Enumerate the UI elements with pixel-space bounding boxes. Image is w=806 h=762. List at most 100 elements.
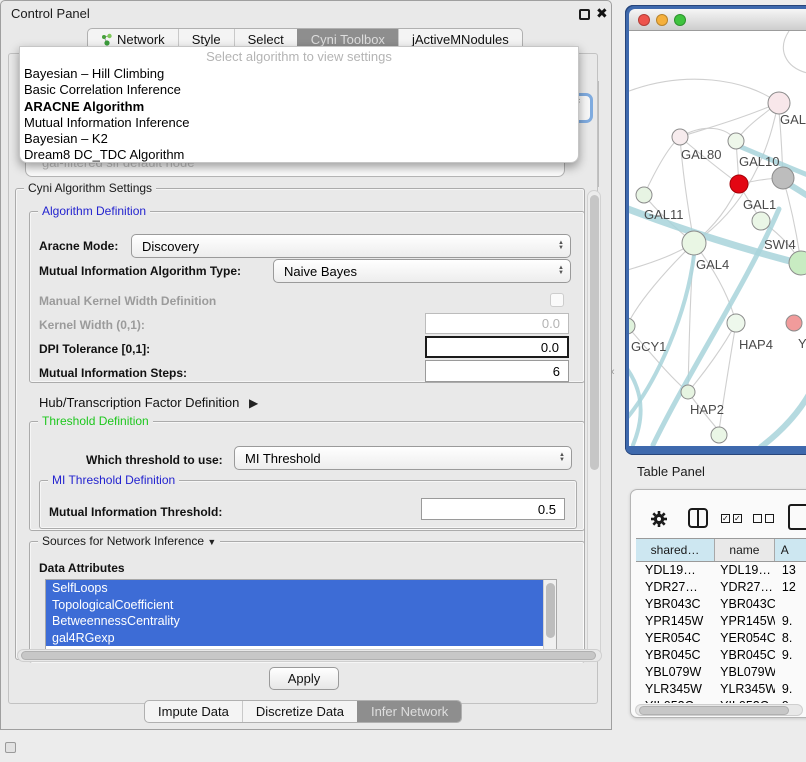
dropdown-item-dream8-dc-tdc-algorithm[interactable]: Dream8 DC_TDC Algorithm	[20, 147, 578, 163]
network-canvas[interactable]: GALGAL80GAL10GAL1GAL11SWI4GAL4GCY1HAP4YH…	[629, 31, 806, 446]
dropdown-item-mutual-information-inference[interactable]: Mutual Information Inference	[20, 115, 578, 131]
table-panel-title: Table Panel	[637, 464, 705, 479]
network-node-gal1[interactable]	[752, 212, 770, 230]
table-row[interactable]: YLR345WYLR345W9.	[636, 681, 806, 698]
network-edge-thick[interactable]	[761, 387, 806, 446]
network-node-gal10[interactable]	[728, 133, 744, 149]
attribute-item-selfloops[interactable]: SelfLoops	[46, 580, 545, 597]
table-horizontal-scrollbar[interactable]	[635, 704, 803, 716]
attribute-item-topologicalcoefficient[interactable]: TopologicalCoefficient	[46, 597, 545, 614]
zoom-traffic-light[interactable]	[674, 14, 686, 26]
sources-group-title: Sources for Network Inference ▼	[38, 534, 220, 548]
settings-horizontal-scrollbar[interactable]	[17, 649, 602, 662]
columns-icon[interactable]	[688, 508, 708, 528]
aracne-mode-select[interactable]: Discovery ▲▼	[131, 234, 571, 258]
manual-kernel-width-checkbox[interactable]	[550, 293, 564, 307]
hub-definition-expander[interactable]: Hub/Transcription Factor Definition ▶	[39, 395, 258, 410]
network-graph[interactable]: GALGAL80GAL10GAL1GAL11SWI4GAL4GCY1HAP4YH…	[629, 31, 806, 446]
network-node-y[interactable]	[786, 315, 802, 331]
dropdown-item-bayesian-hill-climbing[interactable]: Bayesian – Hill Climbing	[20, 66, 578, 82]
network-window-titlebar[interactable]	[629, 9, 806, 31]
network-edge[interactable]	[644, 137, 680, 195]
float-window-icon[interactable]	[579, 9, 590, 20]
mi-threshold-definition-title: MI Threshold Definition	[48, 473, 179, 487]
kernel-width-label: Kernel Width (0,1):	[39, 318, 145, 332]
network-node-gal80[interactable]	[672, 129, 688, 145]
attribute-item-gal4rgexp[interactable]: gal4RGexp	[46, 630, 545, 647]
node-label-gal4: GAL4	[696, 257, 729, 272]
network-node-hap2[interactable]	[681, 385, 695, 399]
algorithm-dropdown-popup: Select algorithm to view settings Bayesi…	[19, 46, 579, 163]
tab-discretize-data[interactable]: Discretize Data	[242, 701, 357, 722]
table-row[interactable]: YIL052CYIL052C9.	[636, 698, 806, 703]
table-cell: 13	[775, 562, 806, 579]
table-cell: YBL079W	[636, 664, 715, 681]
table-cell: YPR145W	[715, 613, 775, 630]
table-row[interactable]: YBR043CYBR043C	[636, 596, 806, 613]
table-row[interactable]: YBL079WYBL079W	[636, 664, 806, 681]
tab-impute-data[interactable]: Impute Data	[145, 701, 242, 722]
close-icon[interactable]: ✖	[596, 5, 608, 22]
gear-icon[interactable]	[650, 510, 668, 528]
dropdown-item-bayesian-k2[interactable]: Bayesian – K2	[20, 131, 578, 147]
settings-vertical-scrollbar[interactable]	[587, 190, 601, 660]
network-edge[interactable]	[680, 103, 778, 137]
deselect-all-checkboxes-icon[interactable]	[753, 514, 774, 523]
export-table-icon[interactable]	[788, 504, 806, 530]
network-edge[interactable]	[629, 326, 688, 392]
which-threshold-select[interactable]: MI Threshold ▲▼	[234, 446, 572, 470]
column-header-name[interactable]: name	[715, 539, 775, 561]
node-label-swi4: SWI4	[764, 237, 796, 252]
network-node-swi4[interactable]	[789, 251, 806, 275]
network-node-hap4[interactable]	[727, 314, 745, 332]
table-row[interactable]: YER054CYER054C8.	[636, 630, 806, 647]
table-row[interactable]: YDL19…YDL19…13	[636, 562, 806, 579]
dropdown-item-basic-correlation-inference[interactable]: Basic Correlation Inference	[20, 82, 578, 98]
network-node-gcy1[interactable]	[629, 318, 635, 334]
tab-label: Style	[192, 32, 221, 47]
close-traffic-light[interactable]	[638, 14, 650, 26]
network-node[interactable]	[772, 167, 794, 189]
mi-algorithm-type-select[interactable]: Naive Bayes ▲▼	[273, 259, 571, 283]
chevron-down-icon[interactable]: ▼	[207, 537, 216, 547]
dpi-tolerance-field[interactable]: 0.0	[425, 336, 569, 358]
mi-algorithm-type-label: Mutual Information Algorithm Type:	[39, 264, 241, 278]
network-edge[interactable]	[783, 31, 806, 73]
attribute-item-betweennesscentrality[interactable]: BetweennessCentrality	[46, 613, 545, 630]
kernel-width-field[interactable]: 0.0	[425, 313, 569, 334]
apply-button[interactable]: Apply	[269, 667, 339, 690]
column-header-shared-name[interactable]: shared…	[636, 539, 715, 561]
mi-steps-label: Mutual Information Steps:	[39, 366, 187, 380]
table-cell	[775, 596, 806, 613]
table-row[interactable]: YBR045CYBR045C9.	[636, 647, 806, 664]
table-cell: YER054C	[715, 630, 775, 647]
network-node[interactable]	[730, 175, 748, 193]
network-edge[interactable]	[629, 79, 778, 103]
node-label-gal10: GAL10	[739, 154, 779, 169]
mi-steps-field[interactable]: 6	[425, 360, 569, 382]
select-all-checkboxes-icon[interactable]: ✓ ✓	[721, 514, 742, 523]
mi-threshold-field[interactable]: 0.5	[421, 498, 565, 520]
attributes-scrollbar[interactable]	[543, 580, 556, 649]
network-edge[interactable]	[694, 243, 736, 323]
table-row[interactable]: YPR145WYPR145W9.	[636, 613, 806, 630]
column-header-third[interactable]: A	[775, 539, 806, 561]
settings-group-title: Cyni Algorithm Settings	[24, 181, 156, 195]
table-cell: 8.	[775, 630, 806, 647]
network-edge[interactable]	[629, 243, 694, 326]
network-node-gal4[interactable]	[682, 231, 706, 255]
table-row[interactable]: YDR27…YDR27…12	[636, 579, 806, 596]
table-cell: YBR045C	[715, 647, 775, 664]
tab-infer-network[interactable]: Infer Network	[357, 701, 461, 722]
minimize-traffic-light[interactable]	[656, 14, 668, 26]
bottom-tab-bar: Impute DataDiscretize DataInfer Network	[144, 700, 462, 723]
collapsed-panel-icon[interactable]	[5, 742, 16, 753]
node-label-gal: GAL	[780, 112, 806, 127]
dropdown-item-aracne-algorithm[interactable]: ARACNE Algorithm	[20, 99, 578, 115]
network-node[interactable]	[711, 427, 727, 443]
network-node-gal[interactable]	[768, 92, 790, 114]
splitter-handle[interactable]: ‹	[611, 366, 615, 378]
network-view-window[interactable]: GALGAL80GAL10GAL1GAL11SWI4GAL4GCY1HAP4YH…	[625, 5, 806, 455]
network-node-gal11[interactable]	[636, 187, 652, 203]
table-cell: YLR345W	[636, 681, 715, 698]
